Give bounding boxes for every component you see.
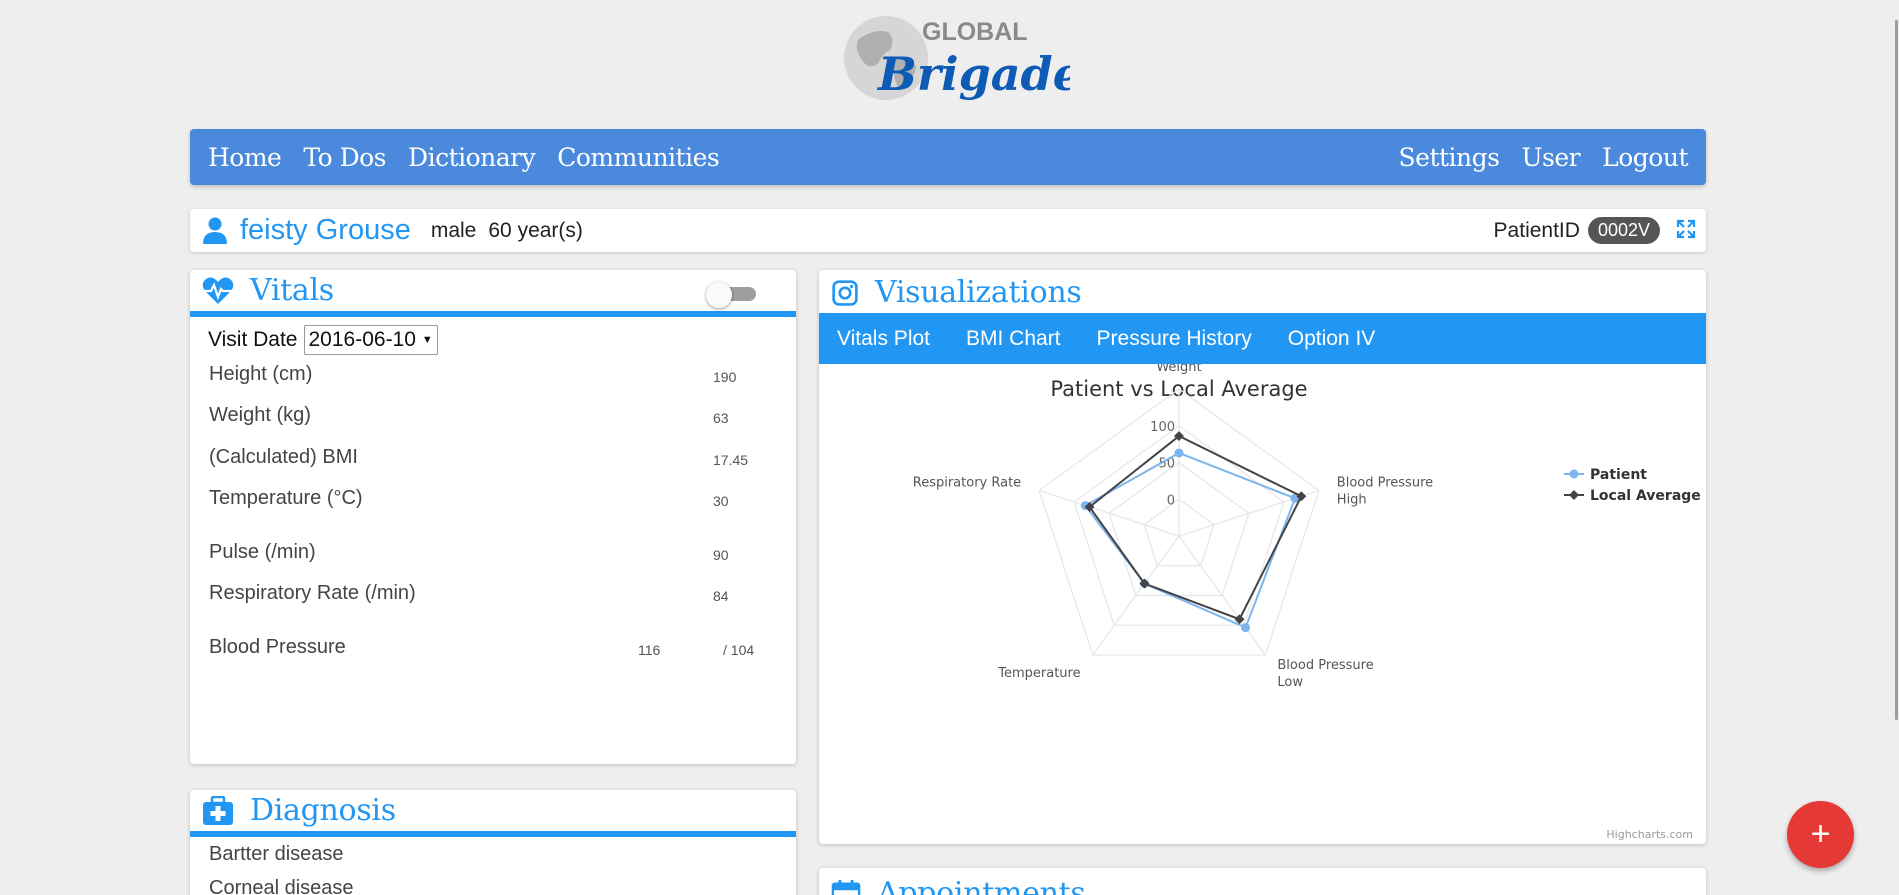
nav-settings[interactable]: Settings: [1391, 143, 1508, 172]
logo-graphic: GLOBAL Brigades: [844, 16, 1108, 101]
visualizations-header: Visualizations: [819, 270, 1706, 315]
tab-option-iv[interactable]: Option IV: [1288, 327, 1376, 351]
nav-logout[interactable]: Logout: [1594, 143, 1696, 172]
visit-date-row: Visit Date 2016-06-10 ▼: [208, 325, 438, 355]
vital-respiratory-label: Respiratory Rate (/min): [209, 582, 416, 604]
calendar-icon: [831, 879, 861, 895]
nav-dictionary[interactable]: Dictionary: [400, 143, 543, 172]
axis-label: Weight: [1156, 364, 1201, 375]
tick-label: 0: [1167, 493, 1175, 508]
tab-vitals-plot[interactable]: Vitals Plot: [837, 327, 930, 351]
patient-id-label: PatientID: [1493, 218, 1580, 242]
vital-weight-label: Weight (kg): [209, 404, 311, 426]
diagnosis-title: Diagnosis: [250, 793, 396, 828]
vital-bp-low-value: / 104: [723, 642, 755, 658]
vital-weight-row: Weight (kg) 63: [209, 404, 779, 434]
tab-bmi-chart[interactable]: BMI Chart: [966, 327, 1061, 351]
patient-name: feisty Grouse: [240, 214, 411, 246]
legend-label: Patient: [1590, 467, 1647, 483]
vital-weight-value: 63: [713, 410, 729, 426]
diagnosis-header: Diagnosis: [190, 790, 796, 837]
data-point: [1174, 448, 1184, 458]
legend-symbol: [1569, 469, 1579, 479]
expand-icon[interactable]: [1676, 219, 1696, 239]
axis-label: High: [1337, 493, 1367, 508]
visualizations-card: Visualizations Vitals Plot BMI Chart Pre…: [819, 270, 1706, 844]
nav-home[interactable]: Home: [200, 143, 289, 172]
visit-date-label: Visit Date: [208, 328, 298, 351]
radar-chart: Patient vs Local Average050100WeightBloo…: [913, 364, 1701, 841]
patient-age: 60 year(s): [488, 218, 583, 242]
add-button[interactable]: +: [1787, 801, 1854, 868]
vitals-title: Vitals: [250, 273, 334, 308]
patient-id-group: PatientID 0002V: [1494, 217, 1660, 244]
toggle-knob: [706, 282, 732, 308]
vitals-card: Vitals Visit Date 2016-06-10 ▼ Height (c…: [190, 270, 796, 764]
svg-text:GLOBAL: GLOBAL: [922, 18, 1028, 46]
vital-bmi-label: (Calculated) BMI: [209, 446, 358, 468]
patient-gender: male: [430, 218, 477, 242]
tick-label: 100: [1150, 420, 1175, 435]
patient-id-badge: 0002V: [1587, 217, 1660, 244]
instagram-icon: [832, 279, 858, 306]
vital-temperature-label: Temperature (°C): [209, 487, 363, 509]
legend-symbol: [1569, 490, 1579, 500]
data-point: [1241, 623, 1251, 633]
caret-down-icon: ▼: [421, 334, 433, 346]
heartbeat-icon: [202, 277, 234, 304]
svg-text:Brigades: Brigades: [876, 47, 1070, 101]
series-line: [1088, 434, 1303, 621]
appointments-card: Appointments: [819, 868, 1706, 895]
appointments-title: Appointments: [877, 876, 1086, 895]
vital-bmi-value: 17.45: [713, 452, 749, 468]
vital-pulse-row: Pulse (/min) 90: [209, 541, 779, 571]
vital-height-value: 190: [713, 369, 737, 385]
main-navbar: Home To Dos Dictionary Communities Setti…: [190, 129, 1706, 185]
chart-credit: Highcharts.com: [1606, 828, 1693, 841]
visit-date-value: 2016-06-10: [308, 328, 416, 351]
medkit-icon: [203, 795, 233, 825]
vital-temperature-row: Temperature (°C) 30: [209, 487, 779, 517]
axis-label: Blood Pressure: [1277, 658, 1373, 673]
diagnosis-item[interactable]: Corneal disease: [190, 871, 796, 895]
vitals-edit-toggle[interactable]: [706, 282, 760, 308]
vital-respiratory-row: Respiratory Rate (/min) 84: [209, 582, 779, 612]
vital-bmi-row: (Calculated) BMI 17.45: [209, 446, 779, 476]
tab-pressure-history[interactable]: Pressure History: [1097, 327, 1252, 351]
scrollbar-thumb[interactable]: [1895, 20, 1898, 720]
legend-label: Local Average: [1590, 488, 1701, 504]
page-scrollbar[interactable]: [1893, 0, 1899, 895]
patient-header: feisty Grouse male 60 year(s) PatientID …: [190, 209, 1706, 252]
vital-bp-high-value: 116: [638, 642, 661, 658]
nav-todos[interactable]: To Dos: [295, 143, 394, 172]
global-brigades-logo[interactable]: GLOBAL Brigades: [838, 10, 1108, 106]
vital-blood-pressure-label: Blood Pressure: [209, 636, 346, 658]
vital-pulse-value: 90: [713, 547, 729, 563]
user-icon: [203, 217, 227, 244]
axis-label: Low: [1277, 675, 1303, 690]
visit-date-select[interactable]: 2016-06-10 ▼: [303, 325, 438, 355]
vital-height-row: Height (cm) 190: [209, 363, 779, 393]
axis-label: Temperature: [997, 666, 1080, 681]
visualization-tabs: Vitals Plot BMI Chart Pressure History O…: [819, 313, 1706, 364]
vital-respiratory-value: 84: [713, 588, 729, 604]
diagnosis-item[interactable]: Bartter disease: [190, 837, 796, 871]
nav-user[interactable]: User: [1513, 143, 1588, 172]
nav-communities[interactable]: Communities: [549, 143, 727, 172]
vital-blood-pressure-row: Blood Pressure 116 / 104: [209, 636, 779, 666]
axis-label: Respiratory Rate: [913, 476, 1021, 491]
diagnosis-card: Diagnosis Bartter disease Corneal diseas…: [190, 790, 796, 895]
plus-icon: +: [1810, 815, 1831, 853]
appointments-header: Appointments: [819, 868, 1706, 895]
visualizations-title: Visualizations: [875, 275, 1082, 310]
vital-temperature-value: 30: [713, 493, 729, 509]
nav-left-group: Home To Dos Dictionary Communities: [200, 143, 727, 172]
axis-label: Blood Pressure: [1337, 476, 1433, 491]
vital-pulse-label: Pulse (/min): [209, 541, 316, 563]
nav-right-group: Settings User Logout: [1391, 143, 1696, 172]
grid-spoke: [1039, 490, 1180, 537]
vital-height-label: Height (cm): [209, 363, 313, 385]
